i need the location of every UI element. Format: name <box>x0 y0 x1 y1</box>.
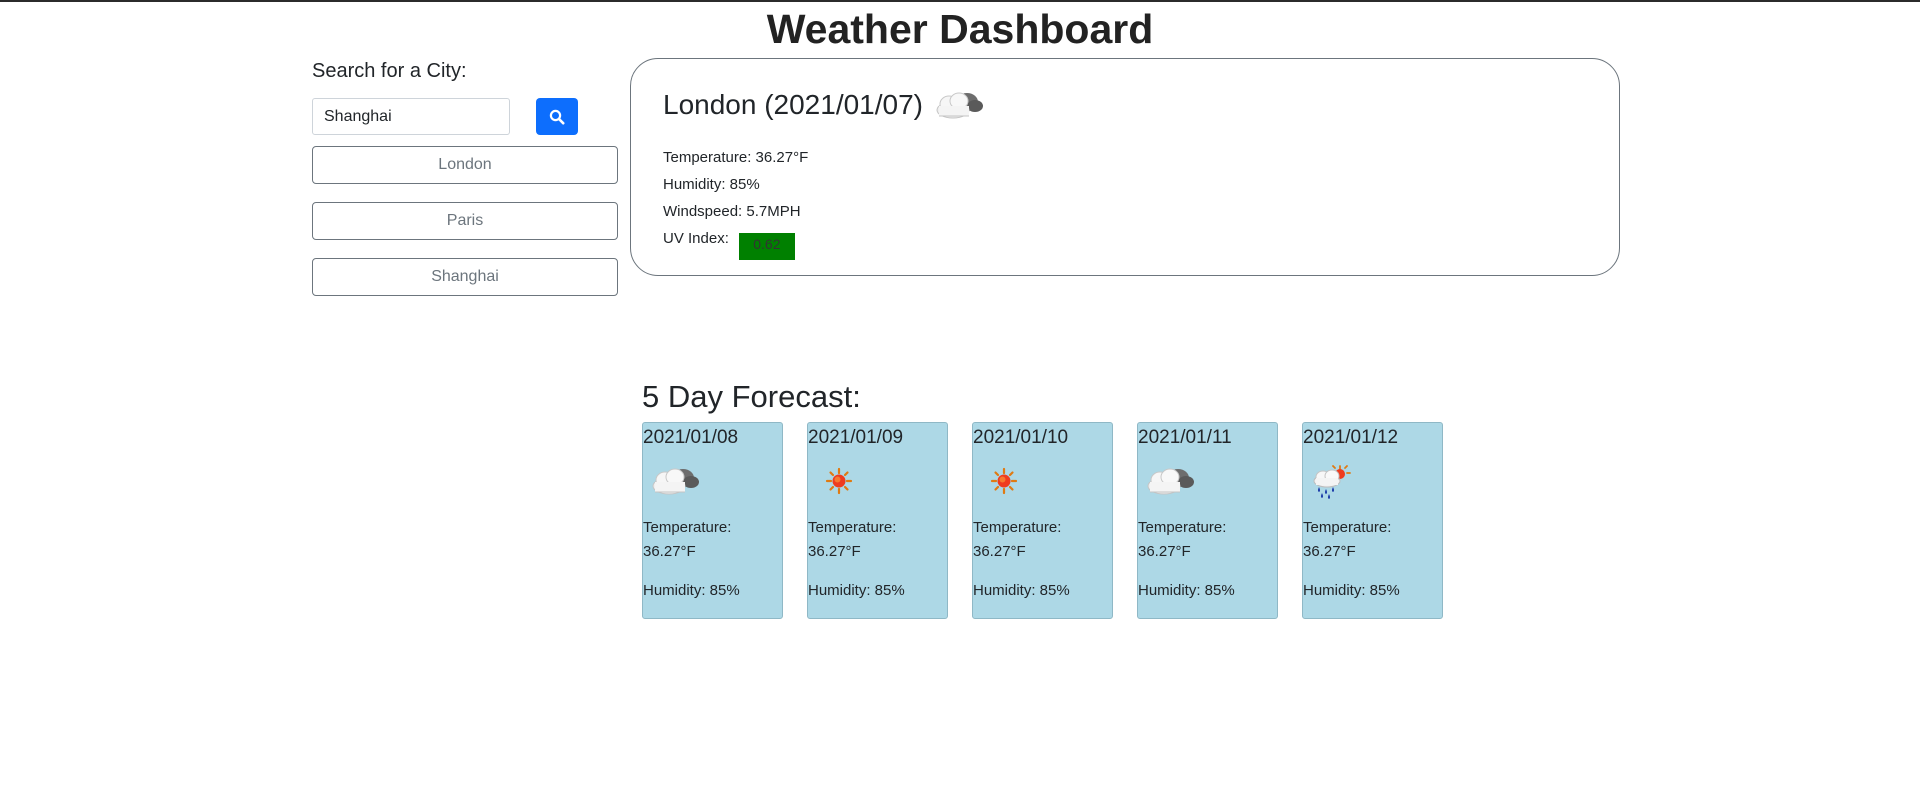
search-label: Search for a City: <box>312 60 467 82</box>
current-weather-heading: London (2021/01/07) <box>663 87 985 123</box>
forecast-temperature-label: Temperature: <box>973 519 1062 536</box>
forecast-date: 2021/01/10 <box>973 427 1069 448</box>
forecast-card: 2021/01/11 Temperature: 36.27°F Humidity… <box>1137 422 1278 619</box>
forecast-date: 2021/01/12 <box>1303 427 1399 448</box>
forecast-humidity: Humidity: 85% <box>1303 582 1400 599</box>
uv-index-label: UV Index: <box>663 230 729 247</box>
forecast-temperature-value: 36.27°F <box>973 543 1026 560</box>
forecast-temperature-label: Temperature: <box>1303 519 1392 536</box>
current-uv-row: UV Index: 0.62 <box>663 229 795 260</box>
current-weather-card: London (2021/01/07) Temperature: 36.27°F… <box>630 58 1620 276</box>
forecast-temperature-value: 36.27°F <box>808 543 861 560</box>
forecast-temperature-value: 36.27°F <box>643 543 696 560</box>
cloudy-icon <box>652 468 699 495</box>
forecast-humidity: Humidity: 85% <box>973 582 1070 599</box>
forecast-date: 2021/01/09 <box>808 427 904 448</box>
forecast-temperature-label: Temperature: <box>808 519 897 536</box>
rain-sun-icon <box>1313 465 1351 499</box>
current-city-date: London (2021/01/07) <box>663 89 923 120</box>
forecast-temperature: Temperature: 36.27°F <box>643 516 773 564</box>
forecast-card: 2021/01/08 Temperature: 36.27°F Humidity… <box>642 422 783 619</box>
forecast-temperature-label: Temperature: <box>1138 519 1227 536</box>
forecast-temperature: Temperature: 36.27°F <box>1138 516 1268 564</box>
forecast-date: 2021/01/11 <box>1138 427 1232 448</box>
forecast-title: 5 Day Forecast: <box>642 379 861 414</box>
forecast-temperature-label: Temperature: <box>643 519 732 536</box>
history-button-london[interactable]: London <box>312 146 618 184</box>
current-temperature: Temperature: 36.27°F <box>663 149 809 166</box>
top-border <box>0 0 1920 2</box>
forecast-temperature: Temperature: 36.27°F <box>1303 516 1433 564</box>
history-button-paris[interactable]: Paris <box>312 202 618 240</box>
forecast-temperature: Temperature: 36.27°F <box>808 516 938 564</box>
forecast-card: 2021/01/10 Temperature: 36.27°F Humidity… <box>972 422 1113 619</box>
forecast-card: 2021/01/09 Temperature: 36.27°F Humidity… <box>807 422 948 619</box>
current-humidity: Humidity: 85% <box>663 176 760 193</box>
forecast-date: 2021/01/08 <box>643 427 739 448</box>
forecast-humidity: Humidity: 85% <box>808 582 905 599</box>
page-title: Weather Dashboard <box>766 6 1154 52</box>
current-windspeed: Windspeed: 5.7MPH <box>663 203 801 220</box>
forecast-temperature-value: 36.27°F <box>1138 543 1191 560</box>
uv-index-badge: 0.62 <box>738 233 795 260</box>
forecast-temperature: Temperature: 36.27°F <box>973 516 1103 564</box>
sunny-icon <box>825 467 853 495</box>
cloudy-icon <box>936 92 983 119</box>
forecast-humidity: Humidity: 85% <box>1138 582 1235 599</box>
cloudy-icon <box>1147 468 1194 495</box>
forecast-temperature-value: 36.27°F <box>1303 543 1356 560</box>
forecast-humidity: Humidity: 85% <box>643 582 740 599</box>
forecast-card: 2021/01/12 Temperature: 36.27°F Humidity… <box>1302 422 1443 619</box>
history-button-shanghai[interactable]: Shanghai <box>312 258 618 296</box>
search-icon <box>549 109 565 124</box>
sunny-icon <box>990 467 1018 495</box>
search-button[interactable] <box>536 98 578 135</box>
city-search-input[interactable] <box>312 98 510 135</box>
